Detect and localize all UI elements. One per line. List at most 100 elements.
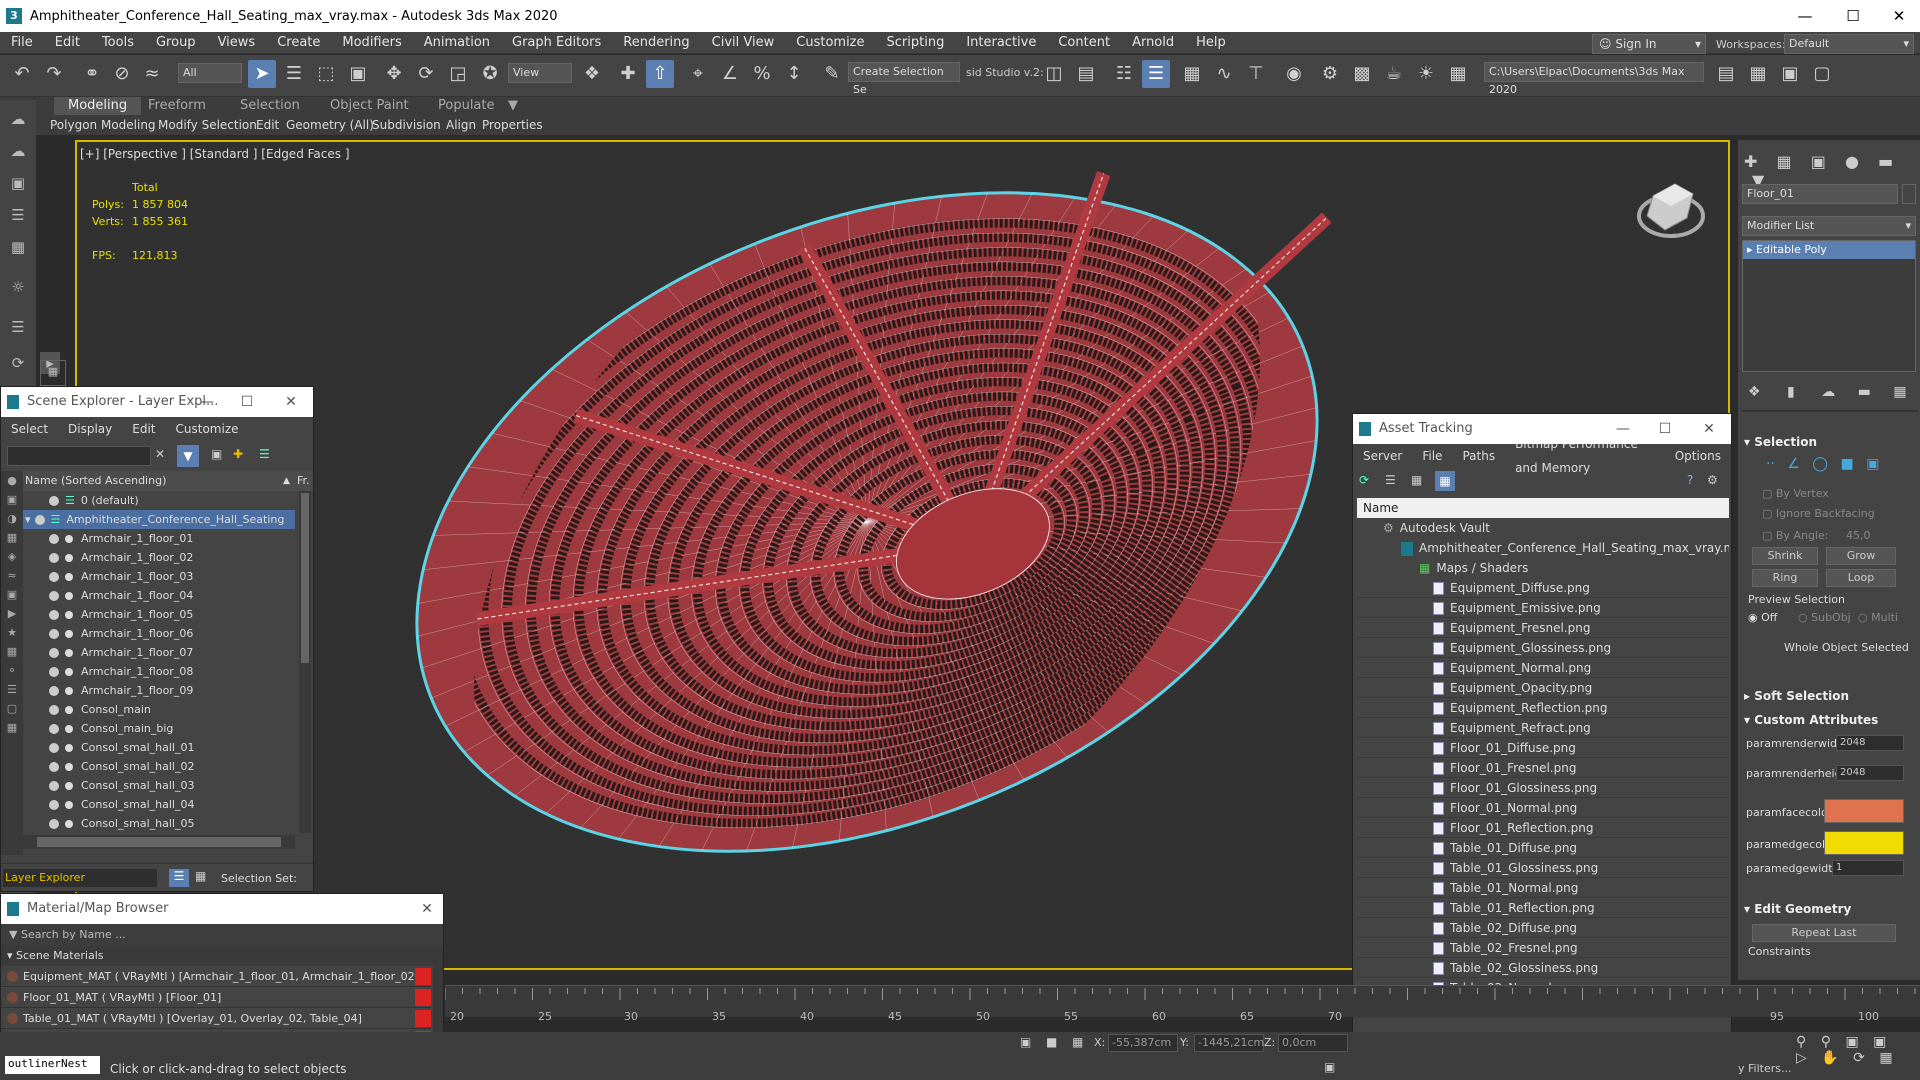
- menu-animation[interactable]: Animation: [413, 32, 501, 54]
- scene-object-row[interactable]: Consol_smal_hall_04: [23, 795, 295, 814]
- asset-map-row[interactable]: Equipment_Diffuse.png: [1357, 578, 1729, 598]
- scene-object-row[interactable]: Armchair_1_floor_06: [23, 624, 295, 643]
- visibility-eye-icon[interactable]: [49, 591, 59, 601]
- asset-row-maps[interactable]: ▦ Maps / Shaders: [1357, 558, 1729, 578]
- reference-coordinate-dropdown[interactable]: View: [508, 63, 572, 83]
- asset-map-row[interactable]: Equipment_Refract.png: [1357, 718, 1729, 738]
- asset-map-row[interactable]: Floor_01_Diffuse.png: [1357, 738, 1729, 758]
- scene-explorer-horizontal-scrollbar[interactable]: [23, 835, 295, 849]
- ribbon-subdivision[interactable]: Subdivision: [366, 116, 447, 134]
- modifier-list-dropdown[interactable]: Modifier List ▾: [1742, 216, 1916, 236]
- visibility-eye-icon[interactable]: [49, 800, 59, 810]
- zoom-icon[interactable]: ⚲: [1796, 1034, 1806, 1050]
- spinner-snap-icon[interactable]: ↕: [780, 60, 808, 88]
- light-icon[interactable]: ☼: [4, 276, 32, 298]
- scene-object-row[interactable]: Consol_smal_hall_03: [23, 776, 295, 795]
- material-browser-title-bar[interactable]: Material/Map Browser ✕: [1, 894, 443, 924]
- element-icon[interactable]: ▣: [1866, 456, 1879, 472]
- angle-snap-icon[interactable]: ∠: [716, 60, 744, 88]
- render-production-icon[interactable]: ☕: [1380, 60, 1408, 88]
- display-tab-icon[interactable]: ▬: [1878, 152, 1893, 171]
- scene-explorer-title-bar[interactable]: Scene Explorer - Layer Expl... — ☐ ✕: [1, 387, 313, 417]
- show-end-result-icon[interactable]: ▮: [1787, 384, 1795, 400]
- at-menu-options[interactable]: Options: [1665, 444, 1731, 468]
- sign-in-dropdown[interactable]: ☺ Sign In ▾: [1592, 34, 1706, 54]
- viewport-label[interactable]: [+] [Perspective ] [Standard ] [Edged Fa…: [80, 147, 350, 161]
- ribbon-tab-selection[interactable]: Selection: [226, 97, 314, 115]
- maximize-icon[interactable]: ☐: [1830, 0, 1876, 32]
- toggle-ribbon-icon[interactable]: ▦: [1178, 60, 1206, 88]
- make-unique-icon[interactable]: ☁: [1821, 384, 1835, 400]
- asset-map-row[interactable]: Table_01_Reflection.png: [1357, 898, 1729, 918]
- create-tab-icon[interactable]: ✚: [1744, 152, 1757, 171]
- asset-map-row[interactable]: Equipment_Glossiness.png: [1357, 638, 1729, 658]
- project-settings-icon[interactable]: ▣: [1776, 60, 1804, 88]
- help-icon[interactable]: ?: [1687, 473, 1693, 487]
- table-view-icon[interactable]: ▦: [1435, 471, 1455, 491]
- object-color-swatch[interactable]: [1902, 184, 1916, 204]
- scene-explorer-column-header[interactable]: Name (Sorted Ascending) ▲ Fr.: [23, 471, 313, 491]
- layer-explorer-icon[interactable]: ☰: [1142, 60, 1170, 88]
- z-coordinate-field[interactable]: 0,0cm: [1278, 1034, 1348, 1052]
- object-name-field[interactable]: Floor_01: [1742, 184, 1898, 204]
- viewport-layout-icon[interactable]: ☁: [4, 108, 32, 130]
- asset-map-row[interactable]: Table_01_Glossiness.png: [1357, 858, 1729, 878]
- by-vertex-checkbox[interactable]: ▢ By Vertex: [1762, 487, 1829, 500]
- menu-rendering[interactable]: Rendering: [612, 32, 700, 54]
- loop-button[interactable]: Loop: [1826, 569, 1896, 587]
- layer-row-default[interactable]: ☰ 0 (default): [23, 491, 295, 510]
- by-angle-checkbox[interactable]: ▢ By Angle:: [1762, 529, 1828, 542]
- maximize-icon[interactable]: ☐: [1645, 414, 1685, 444]
- close-icon[interactable]: ✕: [1689, 414, 1729, 444]
- preview-subobj-radio[interactable]: ○ SubObj: [1798, 611, 1851, 624]
- scene-materials-group[interactable]: ▾ Scene Materials: [1, 946, 443, 966]
- list-view-icon[interactable]: ☰: [1385, 473, 1396, 487]
- asset-tracking-title-bar[interactable]: Asset Tracking — ☐ ✕: [1353, 414, 1731, 444]
- select-object-icon[interactable]: ➤: [248, 60, 276, 88]
- repeat-last-button[interactable]: Repeat Last: [1752, 924, 1896, 942]
- asset-map-row[interactable]: Equipment_Fresnel.png: [1357, 618, 1729, 638]
- menu-group[interactable]: Group: [145, 32, 207, 54]
- visibility-eye-icon[interactable]: [49, 572, 59, 582]
- at-menu-server[interactable]: Server: [1353, 444, 1412, 468]
- visibility-eye-icon[interactable]: [49, 686, 59, 696]
- maxscript-listener-input[interactable]: outlinerNest: [5, 1056, 100, 1074]
- selection-lock-icon[interactable]: ▣: [1020, 1035, 1031, 1049]
- percent-snap-icon[interactable]: %: [748, 60, 776, 88]
- menu-help[interactable]: Help: [1185, 32, 1237, 54]
- material-row[interactable]: Table_01_MAT ( VRayMtl ) [Overlay_01, Ov…: [1, 1008, 431, 1029]
- ring-button[interactable]: Ring: [1752, 569, 1818, 587]
- visibility-eye-icon[interactable]: [49, 743, 59, 753]
- scale-icon[interactable]: ◲: [444, 60, 472, 88]
- render-activeshade-icon[interactable]: ▦: [1444, 60, 1472, 88]
- absolute-mode-icon[interactable]: ▦: [1072, 1035, 1083, 1049]
- ignore-backfacing-checkbox[interactable]: ▢ Ignore Backfacing: [1762, 507, 1875, 520]
- edgecolor-swatch[interactable]: [1824, 831, 1904, 855]
- preview-multi-radio[interactable]: ○ Multi: [1858, 611, 1898, 624]
- rollup-custom-attributes[interactable]: ▾ Custom Attributes: [1744, 713, 1878, 727]
- scene-object-row[interactable]: Armchair_1_floor_02: [23, 548, 295, 567]
- explorer-type-dropdown[interactable]: Layer Explorer: [3, 869, 157, 887]
- ribbon-tab-populate[interactable]: Populate: [424, 97, 509, 115]
- menu-graph-editors[interactable]: Graph Editors: [501, 32, 612, 54]
- shrink-button[interactable]: Shrink: [1752, 547, 1818, 565]
- isolate-icon[interactable]: ▣: [1324, 1060, 1335, 1074]
- menu-customize[interactable]: Customize: [785, 32, 875, 54]
- preview-off-radio[interactable]: ◉ Off: [1748, 611, 1777, 624]
- menu-interactive[interactable]: Interactive: [955, 32, 1047, 54]
- scene-object-row[interactable]: Armchair_1_floor_03: [23, 567, 295, 586]
- menu-arnold[interactable]: Arnold: [1121, 32, 1185, 54]
- hierarchy-toggle-icon[interactable]: ▦: [195, 869, 206, 883]
- maximize-viewport-icon[interactable]: ▦: [1879, 1050, 1892, 1066]
- settings-icon[interactable]: ⚙: [1707, 473, 1718, 487]
- vertex-icon[interactable]: ⋅⋅: [1766, 456, 1775, 472]
- move-icon[interactable]: ✥: [380, 60, 408, 88]
- modify-tab-icon[interactable]: ▦: [1777, 152, 1792, 171]
- minimize-icon[interactable]: —: [1782, 0, 1828, 32]
- list-icon[interactable]: ☰: [4, 204, 32, 226]
- align-icon[interactable]: ▤: [1072, 60, 1100, 88]
- visibility-eye-icon[interactable]: [49, 724, 59, 734]
- scene-object-row[interactable]: Consol_smal_hall_02: [23, 757, 295, 776]
- minimize-icon[interactable]: —: [187, 387, 227, 417]
- set-project-icon[interactable]: ▦: [1744, 60, 1772, 88]
